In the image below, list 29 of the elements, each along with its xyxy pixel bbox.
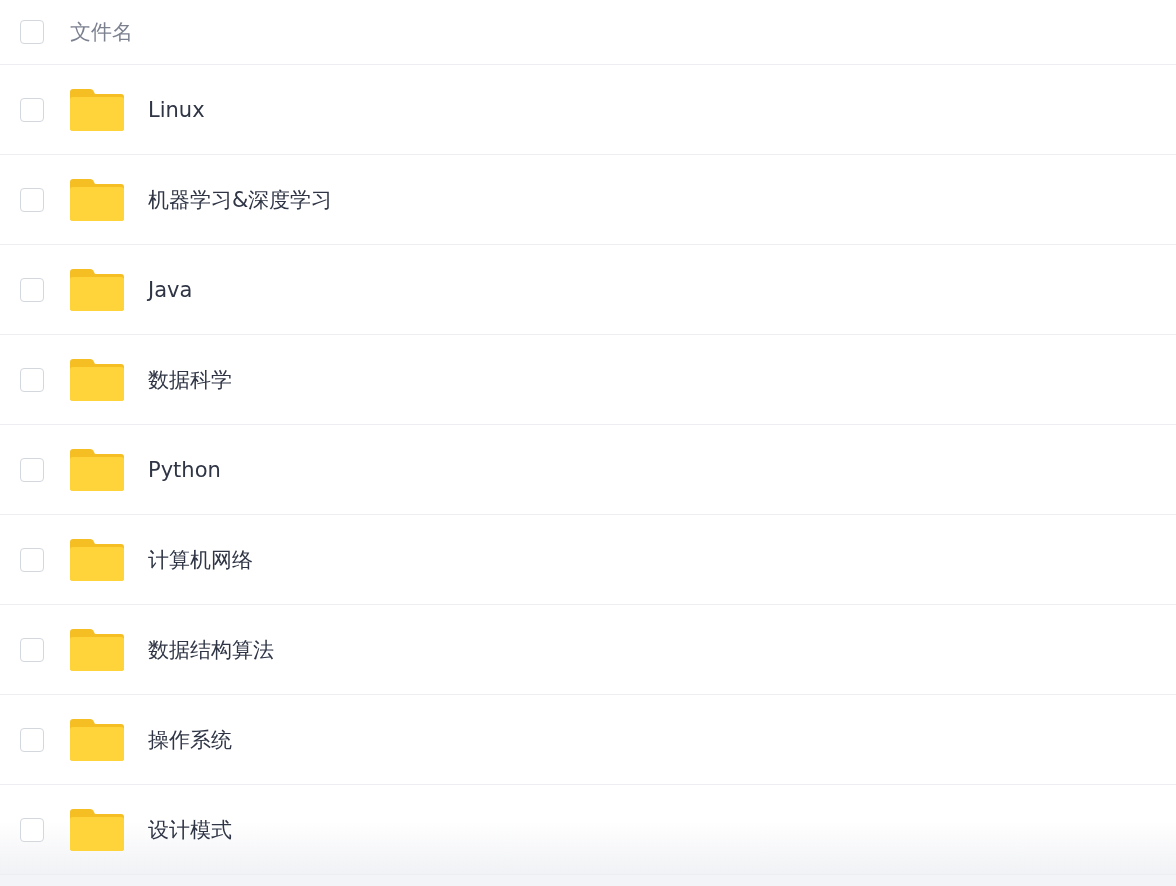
folder-name[interactable]: 设计模式 [148, 815, 232, 844]
checkbox[interactable] [20, 637, 44, 662]
checkbox[interactable] [20, 727, 44, 752]
folder-icon [70, 88, 124, 131]
folder-name[interactable]: 数据结构算法 [148, 635, 274, 664]
column-header[interactable]: 文件名 [70, 18, 133, 46]
folder-icon [70, 178, 124, 221]
checkbox[interactable] [20, 817, 44, 842]
folder-icon [70, 358, 124, 401]
checkbox[interactable] [20, 20, 44, 44]
folder-name[interactable]: Java [148, 277, 193, 302]
checkbox[interactable] [20, 277, 44, 302]
folder-icon [70, 718, 124, 761]
folder-icon [70, 268, 124, 311]
checkbox[interactable] [20, 367, 44, 392]
folder-name[interactable]: Python [148, 457, 221, 482]
checkbox[interactable] [20, 457, 44, 482]
checkbox[interactable] [20, 187, 44, 212]
folder-icon [70, 538, 124, 581]
folder-name[interactable]: 操作系统 [148, 725, 232, 754]
folder-name[interactable]: 数据科学 [148, 365, 232, 394]
folder-name[interactable]: 计算机网络 [148, 545, 253, 574]
folder-icon [70, 808, 124, 851]
folder-icon [70, 628, 124, 671]
folder-name[interactable]: Linux [148, 97, 205, 122]
folder-icon [70, 448, 124, 491]
checkbox[interactable] [20, 97, 44, 122]
checkbox[interactable] [20, 547, 44, 572]
folder-name[interactable]: 机器学习&深度学习 [148, 185, 333, 214]
